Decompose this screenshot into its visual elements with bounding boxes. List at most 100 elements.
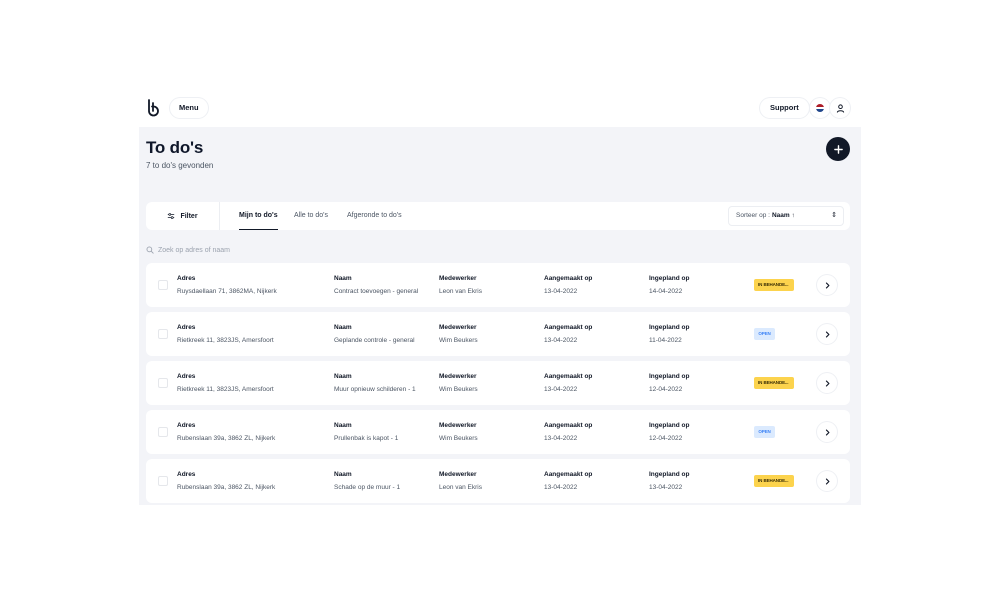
cell-adres: Adres Rubenslaan 39a, 3862 ZL, Nijkerk bbox=[177, 422, 275, 442]
cell-medewerker: Medewerker Wim Beukers bbox=[439, 324, 478, 344]
cell-aangemaakt: Aangemaakt op 13-04-2022 bbox=[544, 422, 592, 442]
status-badge: OPEN bbox=[754, 426, 775, 438]
cell-adres: Adres Rubenslaan 39a, 3862 ZL, Nijkerk bbox=[177, 471, 275, 491]
user-account-button[interactable] bbox=[830, 98, 850, 118]
ingepland-label: Ingepland op bbox=[649, 324, 690, 331]
aangemaakt-label: Aangemaakt op bbox=[544, 422, 593, 429]
naam-value: Prullenbak is kapot - 1 bbox=[334, 435, 399, 442]
row-checkbox[interactable] bbox=[158, 476, 168, 486]
naam-label: Naam bbox=[334, 471, 352, 478]
aangemaakt-value: 13-04-2022 bbox=[544, 435, 578, 442]
todo-row[interactable]: Adres Rubenslaan 39a, 3862 ZL, Nijkerk N… bbox=[146, 459, 850, 503]
adres-label: Adres bbox=[177, 275, 196, 282]
add-todo-button[interactable] bbox=[826, 137, 850, 161]
filter-button[interactable]: Filter bbox=[146, 202, 220, 230]
adres-label: Adres bbox=[177, 471, 196, 478]
chevron-right-icon bbox=[825, 428, 829, 436]
ingepland-value: 12-04-2022 bbox=[649, 386, 683, 393]
results-count: 7 to do's gevonden bbox=[146, 161, 214, 170]
medewerker-label: Medewerker bbox=[439, 471, 477, 478]
row-checkbox[interactable] bbox=[158, 280, 168, 290]
ingepland-label: Ingepland op bbox=[649, 422, 690, 429]
naam-label: Naam bbox=[334, 422, 352, 429]
chevron-right-icon bbox=[825, 330, 829, 338]
chevron-right-icon bbox=[825, 477, 829, 485]
aangemaakt-label: Aangemaakt op bbox=[544, 373, 593, 380]
cell-adres: Adres Ruysdaellaan 71, 3862MA, Nijkerk bbox=[177, 275, 277, 295]
medewerker-label: Medewerker bbox=[439, 275, 477, 282]
cell-aangemaakt: Aangemaakt op 13-04-2022 bbox=[544, 471, 592, 491]
filter-label: Filter bbox=[180, 212, 198, 220]
medewerker-value: Wim Beukers bbox=[439, 337, 478, 344]
medewerker-label: Medewerker bbox=[439, 373, 477, 380]
cell-ingepland: Ingepland op 11-04-2022 bbox=[649, 324, 689, 344]
status-badge: IN BEHANDE... bbox=[754, 279, 794, 291]
search-icon bbox=[146, 246, 154, 254]
ingepland-value: 13-04-2022 bbox=[649, 484, 683, 491]
sort-select[interactable]: Sorteer op : Naam ↑ ⇕ bbox=[728, 206, 844, 226]
todo-row[interactable]: Adres Rietkreek 11, 3823JS, Amersfoort N… bbox=[146, 312, 850, 356]
logo-icon[interactable] bbox=[146, 99, 162, 117]
cell-medewerker: Medewerker Leon van Ekris bbox=[439, 275, 482, 295]
cell-naam: Naam Muur opnieuw schilderen - 1 bbox=[334, 373, 416, 393]
naam-value: Schade op de muur - 1 bbox=[334, 484, 401, 491]
cell-medewerker: Medewerker Leon van Ekris bbox=[439, 471, 482, 491]
cell-adres: Adres Rietkreek 11, 3823JS, Amersfoort bbox=[177, 373, 274, 393]
tab-afgeronde-todos[interactable]: Afgeronde to do's bbox=[347, 202, 402, 230]
filter-bar: Filter Mijn to do's Alle to do's Afgeron… bbox=[146, 202, 850, 230]
open-row-button[interactable] bbox=[817, 471, 837, 491]
medewerker-value: Leon van Ekris bbox=[439, 288, 482, 295]
chevron-right-icon bbox=[825, 281, 829, 289]
aangemaakt-label: Aangemaakt op bbox=[544, 275, 593, 282]
open-row-button[interactable] bbox=[817, 373, 837, 393]
adres-value: Ruysdaellaan 71, 3862MA, Nijkerk bbox=[177, 288, 277, 295]
sort-value: Naam ↑ bbox=[771, 212, 795, 219]
status-badge: OPEN bbox=[754, 328, 775, 340]
cell-naam: Naam Geplande controle - general bbox=[334, 324, 415, 344]
sliders-icon bbox=[168, 213, 175, 219]
medewerker-value: Wim Beukers bbox=[439, 435, 478, 442]
main-panel: To do's 7 to do's gevonden Filter Mijn t… bbox=[139, 127, 861, 505]
page-title: To do's bbox=[146, 138, 204, 157]
adres-value: Rubenslaan 39a, 3862 ZL, Nijkerk bbox=[177, 484, 276, 491]
cell-ingepland: Ingepland op 12-04-2022 bbox=[649, 422, 689, 442]
aangemaakt-label: Aangemaakt op bbox=[544, 324, 593, 331]
language-button[interactable] bbox=[810, 98, 830, 118]
adres-label: Adres bbox=[177, 422, 196, 429]
open-row-button[interactable] bbox=[817, 275, 837, 295]
ingepland-label: Ingepland op bbox=[649, 373, 690, 380]
todo-row[interactable]: Adres Ruysdaellaan 71, 3862MA, Nijkerk N… bbox=[146, 263, 850, 307]
sort-toggle-icon: ⇕ bbox=[831, 212, 837, 219]
support-button[interactable]: Support bbox=[760, 98, 809, 118]
cell-ingepland: Ingepland op 12-04-2022 bbox=[649, 373, 689, 393]
row-checkbox[interactable] bbox=[158, 427, 168, 437]
ingepland-value: 14-04-2022 bbox=[649, 288, 683, 295]
tab-mijn-todos[interactable]: Mijn to do's bbox=[239, 202, 278, 230]
status-badge: IN BEHANDE... bbox=[754, 475, 794, 487]
user-icon bbox=[836, 103, 844, 113]
naam-label: Naam bbox=[334, 275, 352, 282]
todo-row[interactable]: Adres Rubenslaan 39a, 3862 ZL, Nijkerk N… bbox=[146, 410, 850, 454]
naam-value: Contract toevoegen - general bbox=[334, 288, 419, 295]
adres-value: Rubenslaan 39a, 3862 ZL, Nijkerk bbox=[177, 435, 276, 442]
todo-row[interactable]: Adres Rietkreek 11, 3823JS, Amersfoort N… bbox=[146, 361, 850, 405]
medewerker-label: Medewerker bbox=[439, 324, 477, 331]
adres-label: Adres bbox=[177, 324, 196, 331]
ingepland-value: 12-04-2022 bbox=[649, 435, 683, 442]
medewerker-label: Medewerker bbox=[439, 422, 477, 429]
search-input[interactable]: Zoek op adres of naam bbox=[158, 247, 230, 254]
row-checkbox[interactable] bbox=[158, 329, 168, 339]
row-checkbox[interactable] bbox=[158, 378, 168, 388]
ingepland-label: Ingepland op bbox=[649, 471, 690, 478]
cell-naam: Naam Prullenbak is kapot - 1 bbox=[334, 422, 398, 442]
adres-value: Rietkreek 11, 3823JS, Amersfoort bbox=[177, 337, 274, 344]
cell-aangemaakt: Aangemaakt op 13-04-2022 bbox=[544, 275, 592, 295]
naam-value: Geplande controle - general bbox=[334, 337, 415, 344]
menu-button[interactable]: Menu bbox=[170, 98, 208, 118]
tab-alle-todos[interactable]: Alle to do's bbox=[294, 202, 328, 230]
open-row-button[interactable] bbox=[817, 324, 837, 344]
search-bar[interactable]: Zoek op adres of naam bbox=[146, 244, 346, 256]
open-row-button[interactable] bbox=[817, 422, 837, 442]
sort-prefix: Sorteer op : bbox=[736, 212, 770, 219]
aangemaakt-value: 13-04-2022 bbox=[544, 484, 578, 491]
